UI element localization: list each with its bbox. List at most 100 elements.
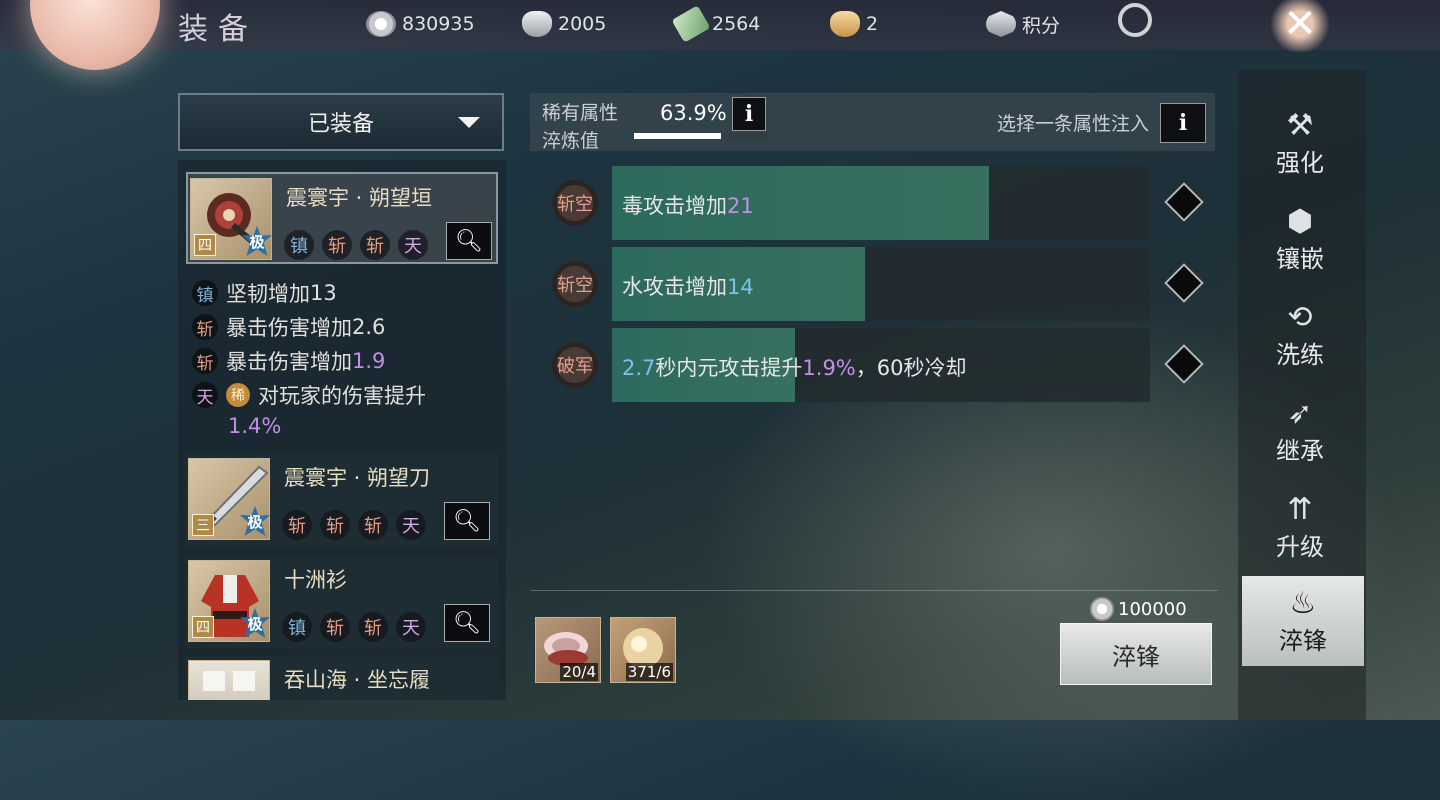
attribute-bar: 水攻击增加14 xyxy=(612,247,1150,321)
swirl-icon xyxy=(1118,3,1152,37)
tag-zhan: 斩 xyxy=(192,314,218,340)
tag-tian: 天 xyxy=(192,382,218,408)
attribute-row[interactable]: 斩空 水攻击增加14 xyxy=(530,247,1215,321)
tag-zhan: 斩 xyxy=(322,230,352,260)
equipment-thumbnail xyxy=(188,660,270,700)
nav-strengthen[interactable]: ⚒ 强化 xyxy=(1238,98,1362,188)
magnifier-icon: 🔍︎ xyxy=(455,228,483,254)
inherit-icon: ➶ xyxy=(1287,396,1313,431)
select-diamond-icon[interactable] xyxy=(1164,263,1204,303)
currency-silver[interactable]: 2005 xyxy=(522,10,606,38)
nav-refine[interactable]: ⟲ 洗练 xyxy=(1238,290,1362,380)
nav-label: 强化 xyxy=(1276,148,1324,177)
tier-badge: 四 xyxy=(194,234,216,256)
refresh-icon: ⟲ xyxy=(1287,300,1313,335)
tag-zhan: 斩 xyxy=(282,510,312,540)
nav-inherit[interactable]: ➶ 继承 xyxy=(1238,386,1362,476)
flame-blade-icon: ♨ xyxy=(1289,586,1317,621)
equipment-filter-dropdown[interactable]: 已装备 xyxy=(178,93,504,151)
hammer-icon: ⚒ xyxy=(1286,108,1314,143)
right-nav: ⚒ 强化 ⬢ 镶嵌 ⟲ 洗练 ➶ 继承 ⇈ 升级 ♨ 淬锋 xyxy=(1238,70,1366,720)
attribute-type-badge: 破军 xyxy=(552,342,598,388)
equipment-item[interactable]: 吞山海 · 坐忘履 xyxy=(186,656,498,700)
coin-icon xyxy=(1090,597,1114,621)
stat-text: 坚韧增加 xyxy=(226,282,310,306)
rare-attribute-label: 稀有属性 xyxy=(542,102,619,124)
settings-swirl-button[interactable] xyxy=(1118,3,1152,37)
currency-gold[interactable]: 2 xyxy=(830,10,878,38)
filter-label: 已装备 xyxy=(307,112,374,137)
attribute-text: 毒攻击增加21 xyxy=(622,194,754,218)
nav-label: 镶嵌 xyxy=(1276,244,1324,273)
inject-info-button[interactable]: i xyxy=(1160,103,1206,143)
equipment-item-selected[interactable]: 四 极 震寰宇 · 朔望垣 镇 斩 斩 天 🔍︎ xyxy=(186,172,498,264)
action-cost: 100000 xyxy=(1090,597,1187,621)
equipment-list[interactable]: 四 极 震寰宇 · 朔望垣 镇 斩 斩 天 🔍︎ 镇 坚韧增加 13 斩 暴击伤害… xyxy=(178,160,506,700)
material-count: 371/6 xyxy=(625,663,673,681)
attribute-type-badge: 斩空 xyxy=(552,180,598,226)
magnifier-icon: 🔍︎ xyxy=(453,508,481,534)
coin-icon xyxy=(366,11,396,37)
stat-value: 2.6 xyxy=(352,315,386,339)
material-slot[interactable]: 371/6 xyxy=(610,617,676,683)
divider xyxy=(530,590,1218,591)
temper-info-button[interactable]: i xyxy=(732,97,766,131)
points-button[interactable]: 积分 xyxy=(986,10,1060,38)
material-count: 20/4 xyxy=(560,663,598,681)
item-name: 震寰宇 · 朔望刀 xyxy=(284,466,431,490)
nav-temper[interactable]: ♨ 淬锋 xyxy=(1242,576,1364,666)
tag-zhen: 镇 xyxy=(282,612,312,642)
tag-zhan: 斩 xyxy=(192,348,218,374)
attribute-type-badge: 斩空 xyxy=(552,261,598,307)
temper-progress-bar xyxy=(634,133,770,139)
tag-zhan: 斩 xyxy=(358,510,388,540)
tag-zhan: 斩 xyxy=(360,230,390,260)
jade-ticket-icon xyxy=(671,5,711,43)
inject-hint: 选择一条属性注入 xyxy=(996,113,1149,135)
item-tags: 斩 斩 斩 天 xyxy=(282,510,426,540)
equipment-item[interactable]: 三 极 震寰宇 · 朔望刀 斩 斩 斩 天 🔍︎ xyxy=(186,454,498,546)
gold-ingot-icon xyxy=(830,11,860,37)
inspect-button[interactable]: 🔍︎ xyxy=(446,222,492,260)
nav-upgrade[interactable]: ⇈ 升级 xyxy=(1238,482,1362,572)
inspect-button[interactable]: 🔍︎ xyxy=(444,502,490,540)
inspect-button[interactable]: 🔍︎ xyxy=(444,604,490,642)
tier-badge: 三 xyxy=(192,514,214,536)
top-bar: 装备 830935 2005 2564 2 积分 ✕ xyxy=(0,0,1440,70)
attribute-text: 水攻击增加14 xyxy=(622,275,754,299)
page-title: 装备 xyxy=(178,12,258,47)
silver-ingot-icon xyxy=(522,11,552,37)
stat-value: 1.9 xyxy=(352,349,386,373)
tag-zhan: 斩 xyxy=(320,612,350,642)
select-diamond-icon[interactable] xyxy=(1164,344,1204,384)
nav-label: 洗练 xyxy=(1276,340,1324,369)
attribute-bar: 2.7秒内元攻击提升1.9%，60秒冷却 xyxy=(612,328,1150,402)
temper-action-button[interactable]: 淬锋 xyxy=(1060,623,1212,685)
equipment-item[interactable]: 四 极 十洲衫 镇 斩 斩 天 🔍︎ xyxy=(186,556,498,648)
nav-label: 继承 xyxy=(1276,436,1324,465)
close-button[interactable]: ✕ xyxy=(1268,0,1332,52)
tag-zhan: 斩 xyxy=(358,612,388,642)
points-label: 积分 xyxy=(1022,14,1061,37)
magnifier-icon: 🔍︎ xyxy=(453,610,481,636)
select-diamond-icon[interactable] xyxy=(1164,182,1204,222)
nav-label: 升级 xyxy=(1276,532,1324,561)
currency-value: 2005 xyxy=(558,13,607,35)
currency-coin[interactable]: 830935 xyxy=(366,10,475,38)
stat-line: 镇 坚韧增加 13 xyxy=(192,278,337,308)
stat-value: 13 xyxy=(310,281,337,305)
attribute-row[interactable]: 破军 2.7秒内元攻击提升1.9%，60秒冷却 xyxy=(530,328,1215,402)
attribute-bar: 毒攻击增加21 xyxy=(612,166,1150,240)
currency-jade[interactable]: 2564 xyxy=(671,5,760,43)
attribute-row[interactable]: 斩空 毒攻击增加21 xyxy=(530,166,1215,240)
upgrade-icon: ⇈ xyxy=(1287,492,1313,527)
item-tags: 镇 斩 斩 天 xyxy=(284,230,428,260)
stat-line: 天 稀 对玩家的伤害提升 xyxy=(192,380,426,410)
material-slot[interactable]: 20/4 xyxy=(535,617,601,683)
temper-header: 稀有属性 淬炼值 63.9% i 选择一条属性注入 i xyxy=(530,93,1215,152)
stat-line: 斩 暴击伤害增加 1.9 xyxy=(192,346,385,376)
tier-badge: 四 xyxy=(192,616,214,638)
item-name: 吞山海 · 坐忘履 xyxy=(284,668,431,692)
nav-inlay[interactable]: ⬢ 镶嵌 xyxy=(1238,194,1362,284)
rare-badge: 稀 xyxy=(226,383,250,407)
